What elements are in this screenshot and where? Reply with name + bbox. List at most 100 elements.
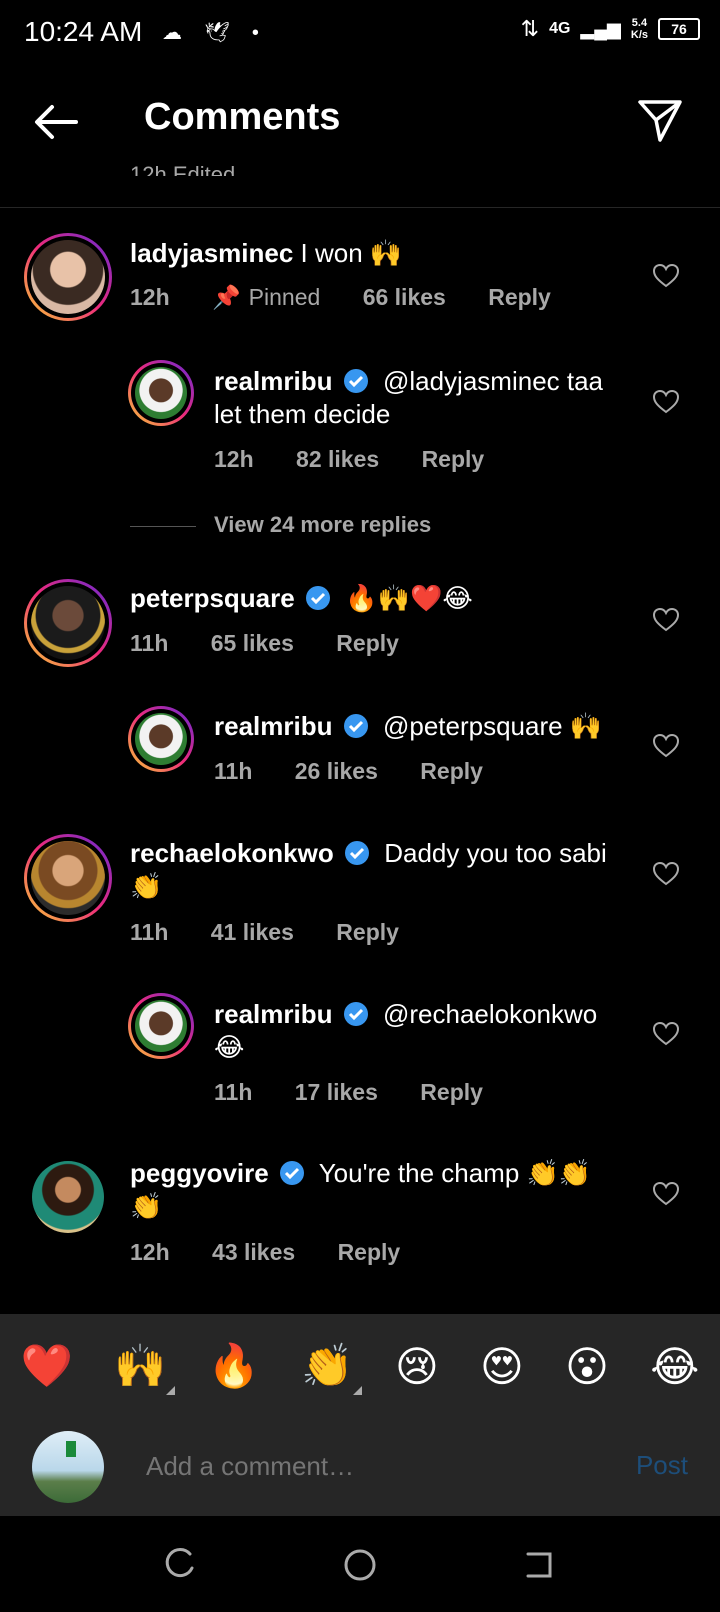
home-icon[interactable]	[343, 1548, 377, 1582]
emoji-heart-button[interactable]: ❤️	[21, 1342, 73, 1391]
reply-button[interactable]: Reply	[420, 1079, 483, 1105]
reply-button[interactable]: Reply	[336, 630, 399, 656]
comment-meta: 12h 82 likes Reply	[214, 446, 520, 473]
heart-icon[interactable]	[652, 1020, 680, 1048]
view-more-label[interactable]: View 24 more replies	[214, 512, 431, 537]
emoji-clap-button[interactable]: 👏	[301, 1342, 362, 1395]
skin-tone-indicator-icon	[165, 1385, 175, 1395]
comment-likes[interactable]: 65 likes	[211, 630, 294, 656]
verified-badge-icon	[344, 841, 369, 865]
verified-badge-icon	[279, 1161, 304, 1185]
comment-meta: 11h 26 likes Reply	[214, 758, 519, 785]
heart-icon[interactable]	[652, 388, 680, 416]
comment-body: realmribu @rechaelokonkwo 😂	[214, 998, 624, 1064]
reply-button[interactable]: Reply	[336, 919, 399, 945]
dot-icon: •	[251, 22, 259, 44]
avatar[interactable]	[128, 360, 194, 426]
emoji-fire-button[interactable]: 🔥	[208, 1342, 260, 1391]
comment-username[interactable]: realmribu	[214, 711, 333, 741]
send-icon[interactable]	[636, 96, 684, 144]
comment-username[interactable]: realmribu	[214, 999, 333, 1029]
comment-username[interactable]: peggyovire	[130, 1158, 269, 1188]
cutoff-meta: 12h Edited	[130, 162, 236, 176]
reply-button[interactable]: Reply	[338, 1239, 401, 1265]
signal-icon: ▂▄▆	[580, 18, 621, 39]
comment-body: peggyovire You're the champ 👏👏👏	[130, 1157, 620, 1223]
post-button[interactable]: Post	[636, 1450, 688, 1481]
comment-time: 11h	[130, 630, 169, 656]
divider	[0, 207, 720, 208]
back-icon[interactable]	[522, 1548, 556, 1582]
comment-meta: 11h 41 likes Reply	[130, 919, 435, 946]
comment-meta: 11h 17 likes Reply	[214, 1079, 519, 1106]
back-arrow-icon[interactable]	[30, 96, 82, 148]
verified-badge-icon	[305, 586, 330, 610]
comment-time: 11h	[214, 758, 253, 784]
comment-likes[interactable]: 41 likes	[211, 919, 294, 945]
avatar[interactable]	[24, 233, 112, 321]
comment-meta: 12h 📌 Pinned 66 likes Reply	[130, 284, 587, 311]
comment-likes[interactable]: 82 likes	[296, 446, 379, 472]
recents-icon[interactable]	[162, 1548, 196, 1582]
reply-button[interactable]: Reply	[420, 758, 483, 784]
network-type: 4G	[549, 20, 571, 37]
heart-icon[interactable]	[652, 262, 680, 290]
data-arrows-icon: ⇅	[520, 16, 540, 41]
battery-indicator: 76	[658, 18, 700, 40]
avatar[interactable]	[128, 706, 194, 772]
emoji-surprised-button[interactable]: 😮	[565, 1342, 609, 1391]
emoji-cry-button[interactable]: 😢	[395, 1342, 439, 1391]
heart-icon[interactable]	[652, 860, 680, 888]
top-bar: Comments 12h Edited	[0, 66, 720, 206]
view-more-replies[interactable]: View 24 more replies	[130, 512, 431, 538]
heart-icon[interactable]	[652, 606, 680, 634]
comment-time: 11h	[214, 1079, 253, 1105]
comment-input[interactable]	[144, 1450, 568, 1483]
verified-badge-icon	[343, 714, 368, 738]
status-time: 10:24 AM	[24, 16, 143, 47]
bird-icon: 🕊	[204, 22, 230, 44]
comment-username[interactable]: rechaelokonkwo	[130, 838, 334, 868]
status-left-icons: ☁ 🕊 •	[162, 20, 259, 45]
comment-body: rechaelokonkwo Daddy you too sabi 👏	[130, 837, 620, 903]
comment-likes[interactable]: 43 likes	[212, 1239, 295, 1265]
speed-value: 5.4	[631, 17, 648, 29]
avatar[interactable]	[128, 993, 194, 1059]
comment-username[interactable]: realmribu	[214, 366, 333, 396]
comment-body: realmribu @ladyjasminec taa let them dec…	[214, 365, 624, 431]
comment-composer: Post	[0, 1418, 720, 1516]
comment-time: 11h	[130, 919, 169, 945]
comment-body: peterpsquare 🔥🙌❤️😂	[130, 582, 610, 615]
reply-button[interactable]: Reply	[422, 446, 485, 472]
own-avatar	[32, 1431, 104, 1503]
avatar[interactable]	[24, 579, 112, 667]
comment-body: realmribu @peterpsquare 🙌	[214, 710, 624, 743]
comment-username[interactable]: ladyjasminec	[130, 238, 293, 268]
emoji-quick-bar: ❤️ 🙌 🔥 👏 😢 😍 😮 😂	[0, 1314, 720, 1418]
emoji-laugh-button[interactable]: 😂	[650, 1342, 699, 1391]
comment-likes[interactable]: 66 likes	[363, 284, 446, 310]
speed-unit: K/s	[630, 29, 648, 41]
cloud-icon: ☁	[162, 22, 182, 44]
reply-button[interactable]: Reply	[488, 284, 551, 310]
status-right: ⇅ 4G ▂▄▆ 5.4 K/s 76	[521, 16, 700, 42]
comment-username[interactable]: peterpsquare	[130, 583, 295, 613]
skin-tone-indicator-icon	[352, 1385, 362, 1395]
pinned-label: 📌 Pinned	[212, 284, 321, 310]
comment-likes[interactable]: 17 likes	[295, 1079, 378, 1105]
verified-badge-icon	[343, 1002, 368, 1026]
emoji-raised-hands-button[interactable]: 🙌	[114, 1342, 175, 1395]
comment-meta: 11h 65 likes Reply	[130, 630, 435, 657]
emoji-heart-eyes-button[interactable]: 😍	[480, 1342, 524, 1391]
avatar[interactable]	[24, 834, 112, 922]
comment-likes[interactable]: 26 likes	[295, 758, 378, 784]
avatar[interactable]	[32, 1161, 104, 1233]
comment-time: 12h	[214, 446, 254, 472]
comment-body: ladyjasminec I won 🙌	[130, 237, 610, 270]
verified-badge-icon	[343, 369, 368, 393]
comment-text: I won 🙌	[300, 238, 403, 268]
comment-time: 12h	[130, 284, 170, 310]
comment-text: 🔥🙌❤️😂	[345, 583, 473, 613]
heart-icon[interactable]	[652, 732, 680, 760]
heart-icon[interactable]	[652, 1180, 680, 1208]
